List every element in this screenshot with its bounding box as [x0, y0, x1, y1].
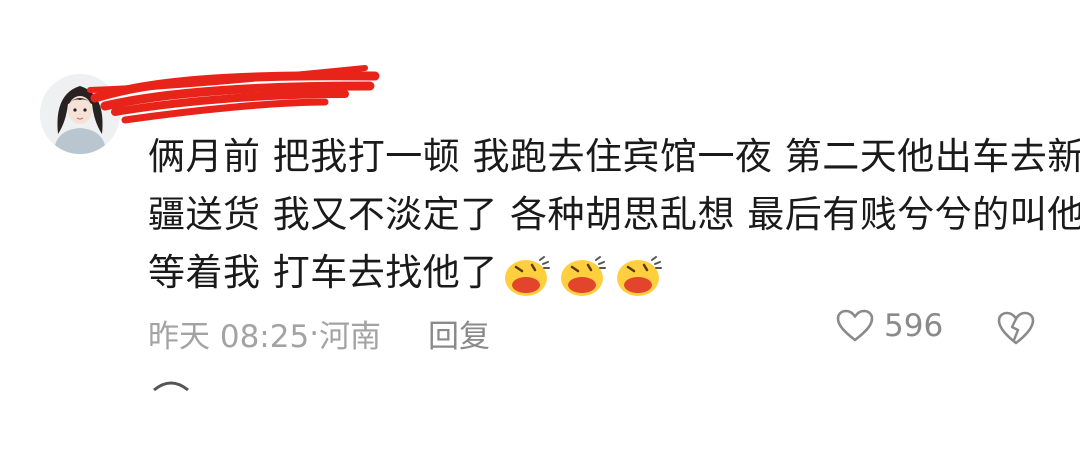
like-count: 596 — [884, 308, 944, 344]
comment-location: 河南 — [319, 319, 382, 355]
comment-line-3-text: 等着我 打车去找他了 — [148, 251, 498, 294]
comment-time: 昨天 08:25 — [148, 319, 310, 355]
comment-meta: 昨天 08:25 · 河南 — [148, 311, 381, 356]
comment-line-1: 俩月前 把我打一顿 我跑去住宾馆一夜 第二天他出车去新 — [148, 135, 1080, 178]
like-button[interactable]: 596 — [836, 308, 943, 344]
comment-item: 俩月前 把我打一顿 我跑去住宾馆一夜 第二天他出车去新 疆送货 我又不淡定了 各… — [0, 0, 1080, 450]
dislike-button[interactable] — [996, 310, 1036, 350]
emoji-row — [502, 246, 670, 304]
laughing-emoji-icon — [560, 256, 606, 296]
reply-button[interactable]: 回复 — [428, 311, 490, 356]
comment-line-3: 等着我 打车去找他了 — [148, 244, 1048, 304]
heart-icon — [836, 309, 874, 342]
broken-heart-icon — [997, 311, 1035, 345]
meta-separator: · — [309, 315, 320, 352]
comment-line-2: 疆送货 我又不淡定了 各种胡思乱想 最后有贱兮兮的叫他 — [148, 193, 1080, 236]
laughing-emoji-icon — [504, 256, 550, 296]
laughing-emoji-icon — [616, 256, 662, 296]
comment-text: 俩月前 把我打一顿 我跑去住宾馆一夜 第二天他出车去新 疆送货 我又不淡定了 各… — [148, 128, 1080, 304]
next-avatar-image — [148, 376, 194, 422]
redaction-scribble — [87, 65, 380, 124]
next-comment-avatar[interactable] — [148, 376, 194, 422]
